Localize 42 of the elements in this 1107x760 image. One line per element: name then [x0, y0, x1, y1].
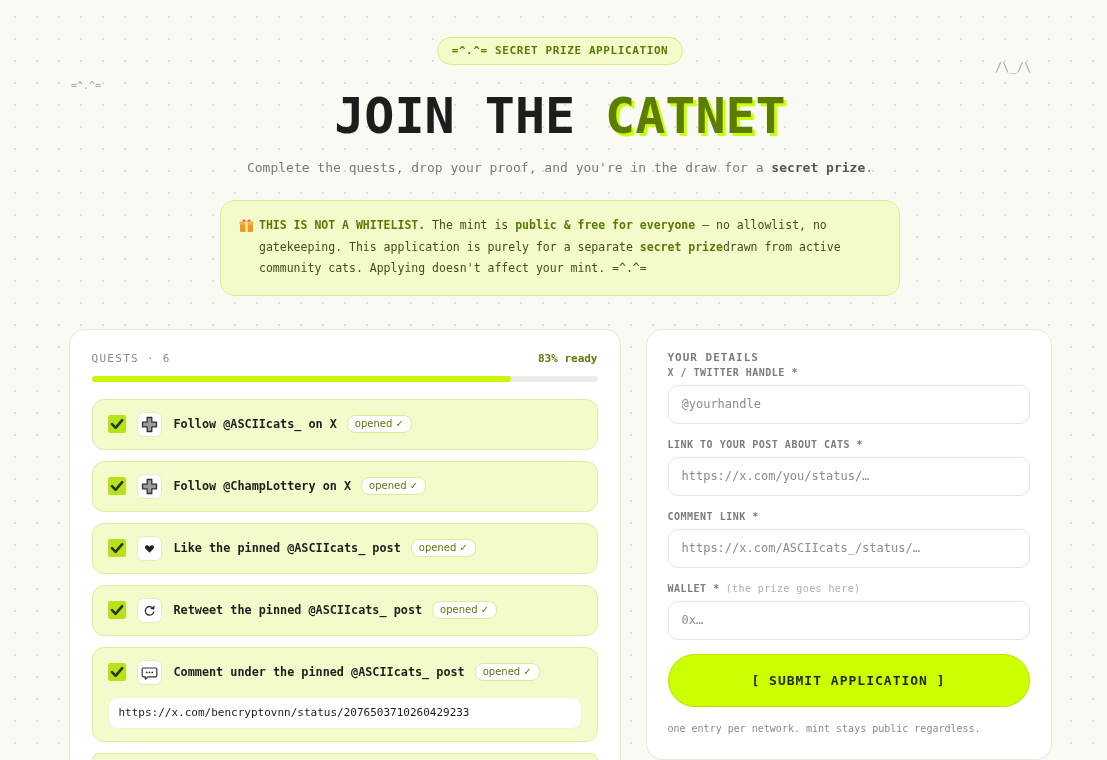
input-field[interactable]: 0x…	[667, 600, 1030, 640]
status-tag: opened ✓	[361, 477, 427, 495]
progress-reading: 83% ready	[537, 352, 598, 365]
ascii-cat-doodle: /\_/\	[995, 59, 1032, 75]
link-input-field[interactable]: https://x.com/bencryptovnn/status/2076503710260429233	[107, 696, 582, 729]
status-tag: opened ✓	[432, 601, 498, 619]
page-title-highlight: CATNET	[605, 86, 786, 146]
quest-label: Comment under the pinned @ASCIIcats_ post	[173, 665, 465, 679]
submit-button[interactable]: [ SUBMIT APPLICATION ]	[667, 653, 1030, 707]
ascii-cat-doodle: =^.^=	[71, 80, 102, 92]
footnote-text: one entry per network. mint stays public regardless.	[667, 721, 982, 735]
field-label: WALLET *	[667, 582, 720, 594]
speech-bubble-icon	[136, 659, 162, 685]
plus-icon	[136, 411, 162, 437]
status-tag: opened ✓	[474, 663, 540, 681]
checkbox[interactable]	[107, 539, 126, 557]
quest-label: Follow @ASCIIcats_ on X	[173, 417, 337, 431]
input-field[interactable]: https://x.com/ASCIIcats_/status/…	[667, 528, 1030, 568]
quest-label: Like the pinned @ASCIIcats_ post	[173, 541, 401, 555]
checkbox[interactable]	[107, 477, 126, 495]
gift-icon	[239, 218, 254, 233]
input-field[interactable]: https://x.com/you/status/…	[667, 456, 1030, 496]
quest-label: Retweet the pinned @ASCIIcats_ post	[173, 603, 423, 617]
page-tag: =^.^= SECRET PRIZE APPLICATION	[436, 37, 684, 65]
page-title: JOIN THE	[334, 86, 576, 146]
field-hint: (the prize goes here)	[725, 582, 861, 594]
quest-label: Follow @ChampLottery on X	[173, 479, 352, 493]
refresh-icon	[136, 597, 162, 623]
page-subtitle: Complete the quests, drop your proof, and you're in the draw for a secret prize.	[246, 159, 874, 177]
status-tag: opened ✓	[346, 415, 412, 433]
checkbox[interactable]	[107, 601, 126, 619]
section-heading: QUESTS · 6	[91, 352, 171, 365]
plus-icon	[136, 473, 162, 499]
section-heading: YOUR DETAILS	[667, 350, 760, 365]
status-tag: opened ✓	[410, 539, 476, 557]
input-field[interactable]: @yourhandle	[667, 384, 1030, 424]
field-label: COMMENT LINK *	[667, 510, 759, 522]
notice-text: THIS IS NOT A WHITELIST. The mint is public & free for everyone — no allowlist, no gatekeeping. This application is purely for a separate secret prizedrawn from active community cats. Applying doesn't affect your mint. =^.^=	[259, 217, 842, 277]
field-label: LINK TO YOUR POST ABOUT CATS *	[667, 438, 864, 450]
field-label: X / TWITTER HANDLE *	[667, 366, 798, 378]
checkbox[interactable]	[107, 663, 126, 681]
checkbox[interactable]	[107, 415, 126, 433]
